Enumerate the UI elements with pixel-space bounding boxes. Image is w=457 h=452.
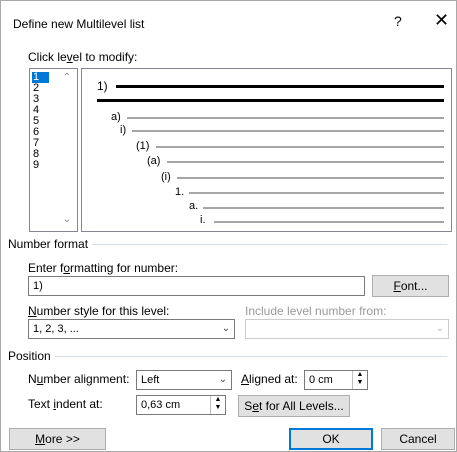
preview-line-level-8 [203,207,444,209]
preview-line-level-7 [189,192,444,194]
preview-line-level-3 [132,130,444,132]
position-divider [9,356,447,357]
define-multilevel-list-dialog: Define new Multilevel list ? ✕ Click lev… [0,0,457,452]
number-format-input[interactable]: 1) [28,276,365,296]
preview-label-level-7: 1. [175,186,185,198]
chevron-down-icon: ⌄ [221,323,231,334]
preview-label-level-5: (a) [147,155,161,167]
spin-updown-icon[interactable]: ▲ ▼ [352,371,367,389]
preview-label-level-8: a. [189,200,199,212]
cancel-button[interactable]: Cancel [381,428,455,450]
number-alignment-select[interactable]: Left ⌄ [136,370,232,390]
help-icon[interactable]: ? [394,13,402,29]
level-item-9[interactable]: 9 [32,160,49,171]
preview-label-level-6: (i) [161,171,171,183]
text-indent-value: 0,63 cm [141,399,181,411]
aligned-at-label: Aligned at: [241,372,298,386]
text-indent-input[interactable]: 0,63 cm ▲ ▼ [136,395,226,415]
preview-label-level-9: i. [200,214,206,226]
text-indent-label: Text indent at: [28,397,103,411]
position-group-title: Position [8,349,55,363]
set-for-all-levels-button[interactable]: Set for All Levels... [238,395,350,417]
ok-button[interactable]: OK [289,428,373,450]
list-preview: 1) a) i) (1) (a) (i) 1. a. i. [81,68,452,232]
spin-updown-icon[interactable]: ▲ ▼ [210,396,225,414]
scroll-down-icon[interactable]: ⌄ [60,214,74,228]
preview-line-level-4 [156,146,444,148]
dialog-title: Define new Multilevel list [13,17,145,31]
preview-label-level-2: a) [111,111,121,123]
number-style-select[interactable]: 1, 2, 3, ... ⌄ [28,319,235,339]
preview-label-level-1: 1) [97,79,108,93]
preview-line-level-1 [116,85,444,88]
number-alignment-value: Left [141,374,160,386]
preview-line-level-6 [177,177,444,179]
font-button[interactable]: Font... [372,275,449,297]
include-level-select[interactable]: ⌄ [245,319,449,339]
number-format-group-title: Number format [8,237,93,251]
number-style-label: Number style for this level: [28,304,170,318]
scroll-up-icon[interactable]: ⌃ [60,72,74,86]
enter-formatting-label: Enter formatting for number: [28,261,179,275]
more-button[interactable]: More >> [9,428,106,450]
preview-line-level-1-cont [97,99,444,102]
preview-line-level-5 [167,161,444,163]
aligned-at-input[interactable]: 0 cm ▲ ▼ [304,370,368,390]
number-alignment-label: Number alignment: [28,372,130,386]
level-listbox[interactable]: 1 2 3 4 5 6 7 8 9 ⌃ ⌄ [29,68,78,232]
close-icon[interactable]: ✕ [434,10,449,30]
aligned-at-value: 0 cm [309,374,333,386]
preview-label-level-3: i) [120,124,127,136]
preview-label-level-4: (1) [136,140,150,152]
preview-line-level-2 [127,117,444,119]
chevron-down-icon: ⌄ [218,374,228,385]
include-level-label: Include level number from: [245,304,387,318]
number-format-value: 1) [33,280,43,292]
levels-label: Click level to modify: [28,50,138,64]
preview-line-level-9 [214,221,444,223]
chevron-down-icon: ⌄ [435,323,445,334]
number-style-value: 1, 2, 3, ... [33,323,79,335]
